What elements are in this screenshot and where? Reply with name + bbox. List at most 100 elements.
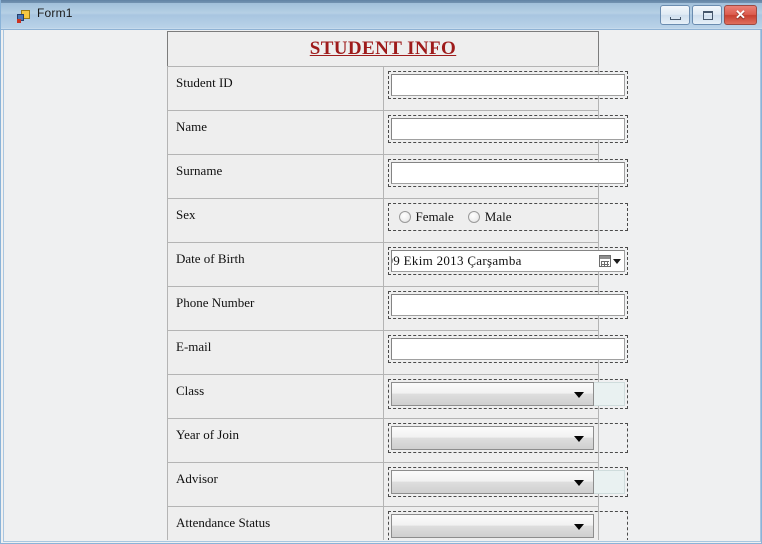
close-button[interactable]: ✕ <box>724 5 757 25</box>
table-row: Date of Birth 09 Ekim 2013 Çarşamba <box>167 242 628 287</box>
designer-cell-border <box>387 467 628 497</box>
date-of-birth-picker[interactable]: 09 Ekim 2013 Çarşamba <box>390 250 625 272</box>
designer-cell-border <box>387 159 628 187</box>
form-icon-red-dot <box>17 19 21 23</box>
radio-male[interactable]: Male <box>467 209 512 225</box>
maximize-icon <box>703 11 713 20</box>
advisor-combobox[interactable] <box>390 470 594 494</box>
student-info-table: STUDENT INFO Student ID Name Surname Sex… <box>167 31 628 540</box>
table-row: Sex Female Male <box>167 198 628 243</box>
field-cell-attendance-status <box>382 506 628 540</box>
sex-radio-group: Female Male <box>391 206 625 228</box>
class-combobox[interactable] <box>390 382 594 406</box>
table-row: Year of Join <box>167 418 628 463</box>
chevron-down-icon <box>573 436 584 442</box>
label-cell-date-of-birth: Date of Birth <box>167 242 384 287</box>
field-cell-year-of-join <box>382 418 628 463</box>
phone-number-input[interactable] <box>390 294 625 316</box>
field-label-attendance-status: Attendance Status <box>176 515 271 530</box>
designer-cell-border <box>387 379 628 409</box>
title-bar-top-edge <box>1 0 762 3</box>
surname-input[interactable] <box>390 162 625 184</box>
table-row: Advisor <box>167 462 628 507</box>
designer-cell-border <box>387 291 628 319</box>
field-cell-surname <box>382 154 628 199</box>
table-row: Student ID <box>167 66 628 111</box>
chevron-down-icon <box>573 480 584 486</box>
designer-cell-border <box>387 511 628 540</box>
minimize-icon <box>670 17 681 20</box>
field-label-phone-number: Phone Number <box>176 295 255 310</box>
table-row: Surname <box>167 154 628 199</box>
designer-cell-border <box>387 71 628 99</box>
label-cell-class: Class <box>167 374 384 419</box>
table-header-row: STUDENT INFO <box>167 31 599 67</box>
maximize-button[interactable] <box>692 5 722 25</box>
designer-cell-border: 09 Ekim 2013 Çarşamba <box>387 247 628 275</box>
label-cell-phone-number: Phone Number <box>167 286 384 331</box>
minimize-button[interactable] <box>660 5 690 25</box>
label-cell-sex: Sex <box>167 198 384 243</box>
close-icon: ✕ <box>735 7 746 22</box>
label-cell-advisor: Advisor <box>167 462 384 507</box>
label-cell-student-id: Student ID <box>167 66 384 111</box>
cell-filler <box>591 382 625 406</box>
field-label-date-of-birth: Date of Birth <box>176 251 245 266</box>
email-input[interactable] <box>390 338 625 360</box>
label-cell-name: Name <box>167 110 384 155</box>
radio-label-male: Male <box>484 209 512 224</box>
student-id-input[interactable] <box>390 74 625 96</box>
window-title: Form1 <box>37 6 73 20</box>
year-of-join-combobox[interactable] <box>390 426 594 450</box>
chevron-down-icon <box>573 392 584 398</box>
field-label-email: E-mail <box>176 339 212 354</box>
designer-cell-border: Female Male <box>387 203 628 231</box>
field-cell-date-of-birth: 09 Ekim 2013 Çarşamba <box>382 242 628 287</box>
field-cell-sex: Female Male <box>382 198 628 243</box>
field-label-class: Class <box>176 383 205 398</box>
table-row: E-mail <box>167 330 628 375</box>
field-label-sex: Sex <box>176 207 196 222</box>
label-cell-email: E-mail <box>167 330 384 375</box>
table-row: Attendance Status <box>167 506 628 540</box>
field-cell-class <box>382 374 628 419</box>
field-cell-student-id <box>382 66 628 111</box>
title-bar: Form1 ✕ <box>1 0 762 30</box>
label-cell-surname: Surname <box>167 154 384 199</box>
field-label-name: Name <box>176 119 208 134</box>
chevron-down-icon <box>573 524 584 530</box>
designer-cell-border <box>387 423 628 453</box>
field-cell-phone-number <box>382 286 628 331</box>
date-of-birth-value: 09 Ekim 2013 Çarşamba <box>390 253 522 268</box>
form-icon <box>17 9 31 23</box>
designer-cell-border <box>387 335 628 363</box>
field-label-surname: Surname <box>176 163 223 178</box>
field-cell-email <box>382 330 628 375</box>
date-picker-dropdown[interactable] <box>598 255 621 267</box>
radio-button-icon <box>398 211 411 223</box>
chevron-down-icon <box>612 258 621 264</box>
name-input[interactable] <box>390 118 625 140</box>
table-row: Phone Number <box>167 286 628 331</box>
form-window: Form1 ✕ STUDENT INFO Student ID Name Sur… <box>0 0 762 544</box>
table-row: Class <box>167 374 628 419</box>
field-cell-name <box>382 110 628 155</box>
label-cell-attendance-status: Attendance Status <box>167 506 384 540</box>
radio-button-icon <box>467 211 480 223</box>
calendar-icon <box>598 255 611 267</box>
cell-filler <box>591 470 625 494</box>
field-label-student-id: Student ID <box>176 75 233 90</box>
attendance-status-combobox[interactable] <box>390 514 594 538</box>
field-label-advisor: Advisor <box>176 471 218 486</box>
caption-button-group: ✕ <box>660 5 757 25</box>
radio-label-female: Female <box>415 209 454 224</box>
field-cell-advisor <box>382 462 628 507</box>
form-header-cell: STUDENT INFO <box>167 31 599 67</box>
designer-cell-border <box>387 115 628 143</box>
radio-female[interactable]: Female <box>398 209 454 225</box>
form-client-area: STUDENT INFO Student ID Name Surname Sex… <box>4 31 760 540</box>
page-title: STUDENT INFO <box>309 38 457 59</box>
field-label-year-of-join: Year of Join <box>176 427 239 442</box>
table-row: Name <box>167 110 628 155</box>
label-cell-year-of-join: Year of Join <box>167 418 384 463</box>
